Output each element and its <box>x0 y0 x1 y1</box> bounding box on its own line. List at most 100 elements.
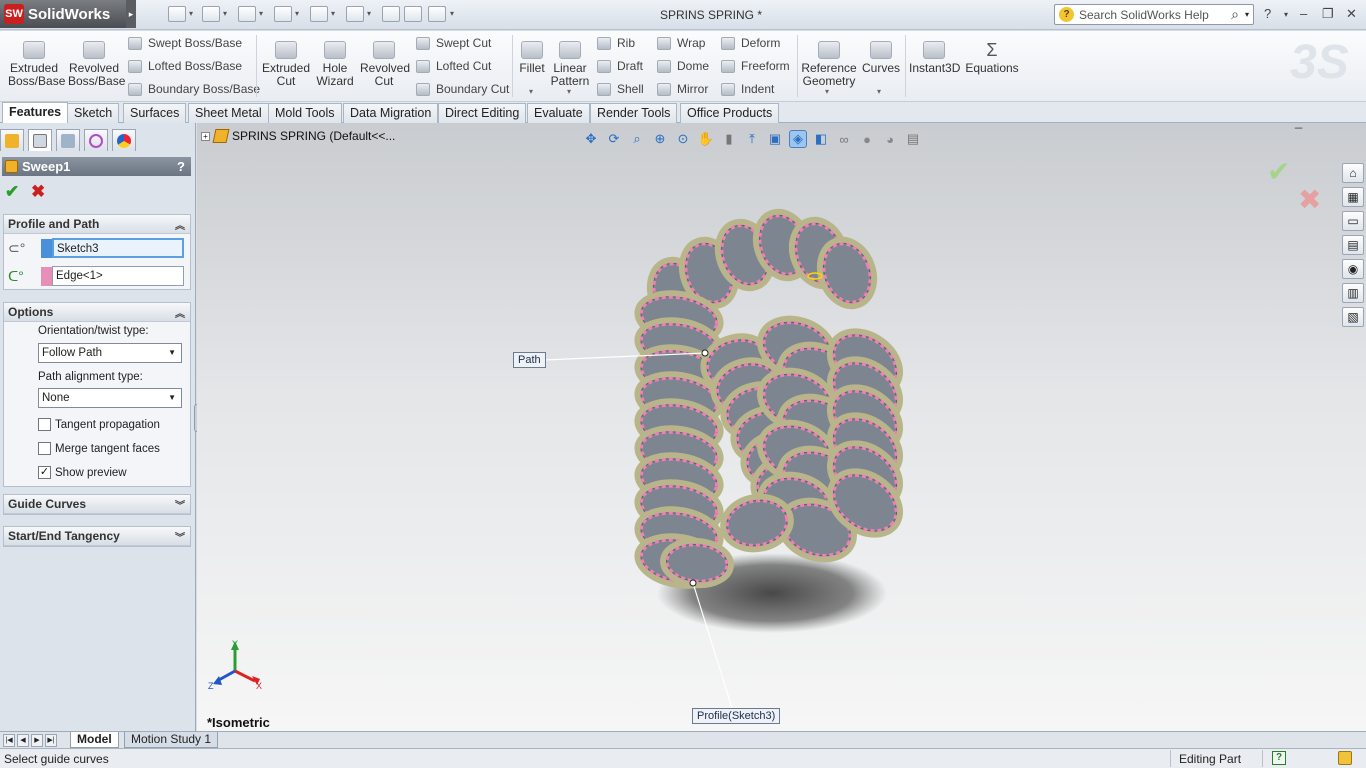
chevron-down-icon[interactable]: ▾ <box>529 87 533 96</box>
rib-button[interactable]: Rib <box>597 36 635 50</box>
freeform-button[interactable]: Freeform <box>721 59 790 73</box>
configuration-manager-tab[interactable] <box>56 129 80 151</box>
save-icon[interactable] <box>238 6 256 22</box>
tab-sheet-metal[interactable]: Sheet Metal <box>188 103 269 123</box>
first-tab-arrow-icon[interactable]: |◀ <box>3 734 15 747</box>
tags-icon[interactable] <box>1338 751 1352 765</box>
tab-motion-study[interactable]: Motion Study 1 <box>124 732 219 748</box>
tab-render-tools[interactable]: Render Tools <box>590 103 678 123</box>
chevron-down-icon[interactable]: ▾ <box>223 9 227 18</box>
start-end-tangency-group[interactable]: Start/End Tangency ︾ <box>3 526 191 547</box>
cancel-x-icon[interactable]: ✖ <box>31 182 45 202</box>
curves-button[interactable]: Curves <box>861 41 901 75</box>
new-document-icon[interactable] <box>168 6 186 22</box>
equations-button[interactable]: Σ Equations <box>965 41 1019 75</box>
linear-pattern-button[interactable]: Linear Pattern <box>550 41 590 88</box>
dimxpert-tab[interactable] <box>84 129 108 151</box>
graphics-area[interactable]: + SPRINS SPRING (Default<<... ✥ ⟳ ⌕ ⊕ ⊙ … <box>197 123 1366 731</box>
file-properties-icon[interactable] <box>404 6 422 22</box>
chevron-down-icon[interactable]: ▾ <box>189 9 193 18</box>
dome-button[interactable]: Dome <box>657 59 709 73</box>
swept-boss-button[interactable]: Swept Boss/Base <box>128 36 242 50</box>
tab-office-products[interactable]: Office Products <box>680 103 780 123</box>
tangent-propagation-checkbox[interactable] <box>38 418 51 431</box>
guide-curves-group[interactable]: Guide Curves ︾ <box>3 494 191 515</box>
options-icon[interactable] <box>428 6 446 22</box>
extruded-cut-button[interactable]: Extruded Cut <box>262 41 310 88</box>
tab-mold-tools[interactable]: Mold Tools <box>268 103 342 123</box>
path-endpoint-handle[interactable] <box>701 349 709 357</box>
menu-expand-arrow-icon[interactable]: ▸ <box>126 0 136 28</box>
select-icon[interactable] <box>346 6 364 22</box>
quick-tips-icon[interactable]: ? <box>1272 751 1286 765</box>
property-manager-tab[interactable] <box>28 129 52 151</box>
expand-chevron-icon[interactable]: ︾ <box>175 529 185 544</box>
fillet-button[interactable]: Fillet <box>516 41 548 75</box>
rebuild-icon[interactable] <box>382 6 400 22</box>
help-search-input[interactable]: Search SolidWorks Help <box>1079 8 1226 22</box>
spring-coils[interactable] <box>633 204 912 592</box>
undo-icon[interactable] <box>310 6 328 22</box>
expand-chevron-icon[interactable]: ︾ <box>175 497 185 512</box>
boundary-boss-button[interactable]: Boundary Boss/Base <box>128 82 260 96</box>
print-icon[interactable] <box>274 6 292 22</box>
chevron-down-icon[interactable]: ▾ <box>450 9 454 18</box>
collapse-chevron-icon[interactable]: ︽ <box>175 305 185 320</box>
last-tab-arrow-icon[interactable]: ▶| <box>45 734 57 747</box>
chevron-down-icon[interactable]: ▾ <box>1245 10 1249 19</box>
profile-endpoint-handle[interactable] <box>689 579 697 587</box>
chevron-down-icon[interactable]: ▾ <box>1284 10 1288 19</box>
chevron-down-icon[interactable]: ▾ <box>825 87 829 96</box>
tab-direct-editing[interactable]: Direct Editing <box>438 103 527 123</box>
mirror-button[interactable]: Mirror <box>657 82 708 96</box>
deform-button[interactable]: Deform <box>721 36 780 50</box>
spring-model[interactable] <box>197 123 1366 731</box>
lofted-cut-button[interactable]: Lofted Cut <box>416 59 491 73</box>
boundary-cut-button[interactable]: Boundary Cut <box>416 82 509 96</box>
profile-selection-field[interactable]: Sketch3 <box>52 238 184 258</box>
help-icon[interactable]: ? <box>177 159 185 174</box>
tab-surfaces[interactable]: Surfaces <box>123 103 187 123</box>
wrap-button[interactable]: Wrap <box>657 36 705 50</box>
revolved-cut-button[interactable]: Revolved Cut <box>360 41 410 88</box>
extruded-boss-button[interactable]: Extruded Boss/Base <box>8 41 65 88</box>
lofted-boss-button[interactable]: Lofted Boss/Base <box>128 59 242 73</box>
collapse-chevron-icon[interactable]: ︽ <box>175 217 185 232</box>
tab-model[interactable]: Model <box>70 732 119 748</box>
show-preview-checkbox[interactable]: ✓ <box>38 466 51 479</box>
minimize-icon[interactable]: – <box>1300 6 1307 21</box>
help-search-box[interactable]: ? Search SolidWorks Help ⌕ ▾ <box>1054 4 1254 25</box>
display-manager-tab[interactable] <box>112 129 136 151</box>
instant3d-button[interactable]: Instant3D <box>909 41 960 75</box>
tangent-propagation-row[interactable]: Tangent propagation <box>38 418 160 431</box>
chevron-down-icon[interactable]: ▾ <box>259 9 263 18</box>
guide-curves-header[interactable]: Guide Curves ︾ <box>4 495 190 514</box>
next-tab-arrow-icon[interactable]: ▶ <box>31 734 43 747</box>
search-icon[interactable]: ⌕ <box>1231 6 1239 23</box>
tab-evaluate[interactable]: Evaluate <box>527 103 590 123</box>
path-selection-field[interactable]: Edge<1> <box>52 266 184 286</box>
start-end-tangency-header[interactable]: Start/End Tangency ︾ <box>4 527 190 546</box>
shell-button[interactable]: Shell <box>597 82 644 96</box>
tab-data-migration[interactable]: Data Migration <box>343 103 439 123</box>
chevron-down-icon[interactable]: ▾ <box>877 87 881 96</box>
open-document-icon[interactable] <box>202 6 220 22</box>
path-callout[interactable]: Path <box>513 352 546 368</box>
orientation-select[interactable]: Follow Path ▼ <box>38 343 182 363</box>
help-menu-icon[interactable]: ? <box>1264 6 1271 21</box>
show-preview-row[interactable]: ✓ Show preview <box>38 466 127 479</box>
options-header[interactable]: Options ︽ <box>4 303 190 322</box>
hole-wizard-button[interactable]: Hole Wizard <box>314 41 356 88</box>
solidworks-menu-button[interactable]: SW SolidWorks <box>0 0 126 28</box>
prev-tab-arrow-icon[interactable]: ◀ <box>17 734 29 747</box>
ok-check-icon[interactable]: ✔ <box>5 182 19 202</box>
profile-and-path-header[interactable]: Profile and Path ︽ <box>4 215 190 234</box>
alignment-select[interactable]: None ▼ <box>38 388 182 408</box>
draft-button[interactable]: Draft <box>597 59 643 73</box>
close-icon[interactable]: ✕ <box>1346 6 1357 22</box>
restore-icon[interactable]: ❐ <box>1322 6 1334 22</box>
indent-button[interactable]: Indent <box>721 82 774 96</box>
tab-sketch[interactable]: Sketch <box>67 103 120 123</box>
tab-features[interactable]: Features <box>2 102 69 124</box>
chevron-down-icon[interactable]: ▾ <box>367 9 371 18</box>
